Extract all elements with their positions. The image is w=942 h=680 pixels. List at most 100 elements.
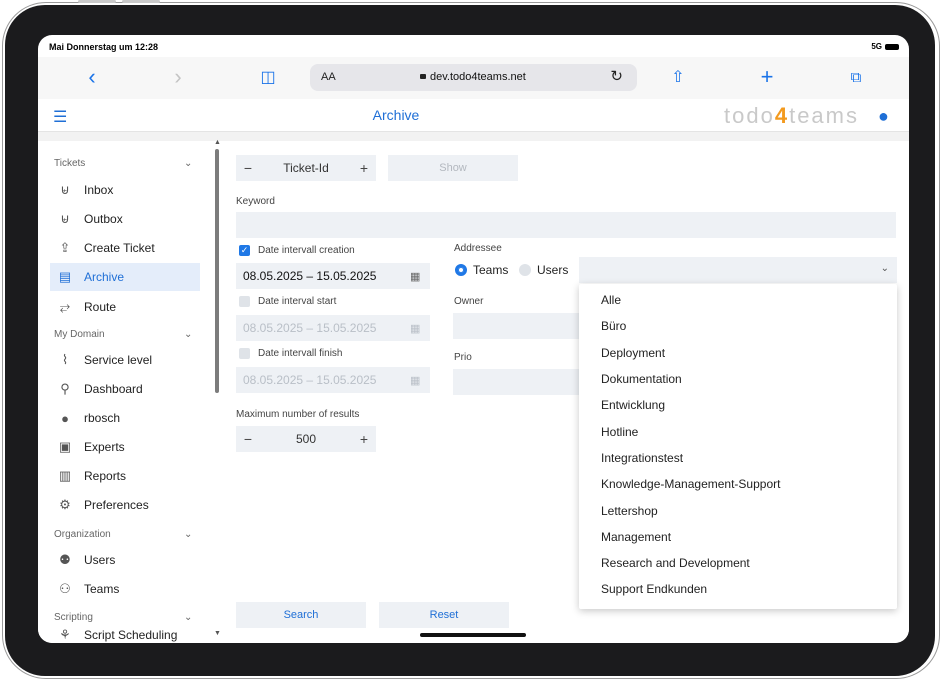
addressee-select[interactable]: ⌄ <box>579 257 897 283</box>
reload-icon[interactable]: ↻ <box>610 67 623 85</box>
date-finish-label: Date intervall finish <box>258 348 343 359</box>
radio-teams[interactable]: Teams <box>455 263 508 277</box>
experts-icon: ▣ <box>58 439 72 454</box>
url-bar[interactable]: AA dev.todo4teams.net ↻ <box>310 64 637 91</box>
increment-button[interactable]: + <box>352 160 376 176</box>
dropdown-option[interactable]: Management <box>579 524 897 550</box>
chevron-down-icon[interactable]: ⌄ <box>184 529 192 540</box>
calendar-icon[interactable]: ▦ <box>410 322 430 335</box>
sidebar-item-rbosch[interactable]: ● rbosch <box>50 404 200 432</box>
section-tickets: Tickets <box>54 158 86 169</box>
volume-button <box>122 0 160 3</box>
show-button[interactable]: Show <box>388 155 518 181</box>
sidebar-item-teams[interactable]: ⚇ Teams <box>50 575 200 603</box>
status-signal: 5G <box>871 42 899 51</box>
owner-label: Owner <box>454 296 484 307</box>
gear-icon: ⚙ <box>59 497 71 512</box>
sidebar-scrollbar[interactable] <box>215 149 219 393</box>
reset-button[interactable]: Reset <box>379 602 509 628</box>
dropdown-option[interactable]: Deployment <box>579 340 897 366</box>
teams-icon: ⚇ <box>59 581 71 596</box>
chevron-down-icon[interactable]: ⌄ <box>184 329 192 340</box>
calendar-icon[interactable]: ▦ <box>410 270 430 283</box>
dropdown-option[interactable]: Integrationstest <box>579 445 897 471</box>
back-button[interactable]: ‹ <box>78 63 106 91</box>
checkmark-icon: ✓ <box>239 245 250 256</box>
sidebar-item-label: Create Ticket <box>84 241 155 255</box>
dropdown-option[interactable]: Alle <box>579 287 897 313</box>
prio-label: Prio <box>454 352 472 363</box>
sidebar-item-script-scheduling[interactable]: ⚘ Script Scheduling <box>50 621 200 643</box>
users-icon: ⚉ <box>59 552 71 567</box>
decrement-button[interactable]: − <box>236 160 260 176</box>
dropdown-option[interactable]: Lettershop <box>579 497 897 523</box>
scroll-up-arrow[interactable]: ▲ <box>214 139 221 146</box>
dropdown-option[interactable]: Dokumentation <box>579 366 897 392</box>
forward-button[interactable]: › <box>164 63 192 91</box>
max-results-stepper[interactable]: − 500 + <box>236 426 376 452</box>
brand-part: teams <box>789 103 859 128</box>
tabs-icon[interactable]: ⧉ <box>842 63 870 91</box>
sidebar-item-archive[interactable]: ▤ Archive <box>50 263 200 291</box>
upload-icon: ⇪ <box>59 240 71 255</box>
dropdown-option[interactable]: Knowledge-Management-Support <box>579 471 897 497</box>
dropdown-option[interactable]: Büro <box>579 313 897 339</box>
dashboard-icon: ⚲ <box>60 381 70 396</box>
date-creation-checkbox[interactable]: ✓ Date intervall creation <box>239 245 355 256</box>
bookmarks-icon[interactable]: ◫ <box>254 63 282 91</box>
sidebar-item-route[interactable]: ⥂ Route <box>50 293 200 321</box>
outbox-icon: ⊌ <box>60 211 70 226</box>
screen: Mai Donnerstag um 12:28 5G ‹ › ◫ AA dev.… <box>38 35 909 643</box>
sidebar-item-outbox[interactable]: ⊌ Outbox <box>50 205 200 233</box>
sidebar-item-preferences[interactable]: ⚙ Preferences <box>50 491 200 519</box>
user-icon: ● <box>61 410 69 426</box>
dropdown-option[interactable]: Research and Development <box>579 550 897 576</box>
keyword-label: Keyword <box>236 196 275 207</box>
sidebar-item-reports[interactable]: ▥ Reports <box>50 462 200 490</box>
chevron-down-icon[interactable]: ⌄ <box>184 158 192 169</box>
radio-dot <box>455 264 467 276</box>
signal-label: 5G <box>871 42 882 51</box>
sidebar-item-label: Service level <box>84 353 153 367</box>
sidebar-item-label: rbosch <box>84 411 121 425</box>
brand-logo: todo4teams <box>724 103 859 129</box>
dropdown-option[interactable]: Hotline <box>579 418 897 444</box>
sidebar-item-service-level[interactable]: ⌇ Service level <box>50 346 200 374</box>
sidebar-item-label: Teams <box>84 582 120 596</box>
scroll-down-arrow[interactable]: ▼ <box>214 630 221 637</box>
share-icon[interactable]: ⇧ <box>664 63 692 91</box>
owner-select[interactable] <box>453 313 583 339</box>
addressee-label: Addressee <box>454 243 502 254</box>
page-title: Archive <box>372 107 420 123</box>
sidebar-item-label: Preferences <box>84 498 149 512</box>
keyword-input[interactable] <box>236 212 896 238</box>
decrement-button[interactable]: − <box>236 431 260 447</box>
section-my-domain: My Domain <box>54 329 105 340</box>
brand-part: todo <box>724 103 775 128</box>
volume-button <box>78 0 116 3</box>
date-creation-field[interactable]: 08.05.2025 – 15.05.2025 ▦ <box>236 263 430 289</box>
user-profile-icon[interactable]: ● <box>878 106 889 127</box>
sidebar-item-experts[interactable]: ▣ Experts <box>50 433 200 461</box>
search-button[interactable]: Search <box>236 602 366 628</box>
date-finish-field[interactable]: 08.05.2025 – 15.05.2025 ▦ <box>236 367 430 393</box>
dropdown-option[interactable]: Support Endkunden <box>579 576 897 602</box>
date-start-checkbox[interactable]: Date interval start <box>239 296 336 307</box>
radio-users[interactable]: Users <box>519 263 568 277</box>
sidebar-item-create-ticket[interactable]: ⇪ Create Ticket <box>50 234 200 262</box>
sidebar-item-dashboard[interactable]: ⚲ Dashboard <box>50 375 200 403</box>
increment-button[interactable]: + <box>352 431 376 447</box>
date-finish-checkbox[interactable]: Date intervall finish <box>239 348 342 359</box>
ticket-id-label: Ticket-Id <box>283 161 329 175</box>
sidebar-item-label: Users <box>84 553 116 567</box>
prio-select[interactable] <box>453 369 583 395</box>
date-start-field[interactable]: 08.05.2025 – 15.05.2025 ▦ <box>236 315 430 341</box>
calendar-icon[interactable]: ▦ <box>410 374 430 387</box>
new-tab-icon[interactable]: + <box>753 63 781 91</box>
dropdown-option[interactable]: Entwicklung <box>579 392 897 418</box>
ticket-id-stepper[interactable]: − Ticket-Id + <box>236 155 376 181</box>
radio-dot <box>519 264 531 276</box>
reader-aa-button[interactable]: AA <box>321 71 336 83</box>
sidebar-item-users[interactable]: ⚉ Users <box>50 546 200 574</box>
sidebar-item-inbox[interactable]: ⊌ Inbox <box>50 176 200 204</box>
